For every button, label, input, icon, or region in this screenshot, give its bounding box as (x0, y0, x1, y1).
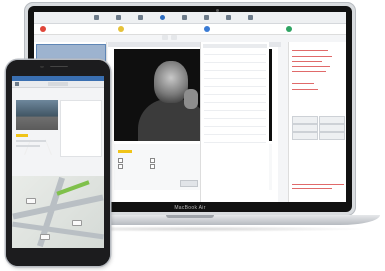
table-row[interactable] (204, 142, 266, 143)
toolbar-item-8[interactable] (248, 14, 254, 21)
check-1[interactable] (118, 158, 125, 163)
road-camera-feed[interactable] (16, 100, 58, 155)
status-dot-icon (118, 26, 124, 32)
driver-hand (184, 89, 198, 109)
alert-underline (292, 188, 332, 189)
alert-underline (292, 83, 314, 84)
action-button[interactable] (319, 116, 345, 124)
toolbar-icon (204, 15, 209, 20)
table-row[interactable] (204, 126, 266, 127)
toolbar-icon (160, 15, 165, 20)
check-2[interactable] (118, 164, 125, 169)
speaker-grille (50, 65, 68, 67)
step-3[interactable] (204, 25, 212, 33)
cancel-button[interactable] (180, 180, 198, 187)
phone-map[interactable] (12, 176, 104, 248)
alert-underline (292, 184, 344, 185)
table-row[interactable] (204, 62, 266, 63)
checkbox[interactable] (150, 158, 155, 163)
step-2[interactable] (118, 25, 126, 33)
toolbar-icon (182, 15, 187, 20)
table-row[interactable] (204, 102, 266, 103)
phone-nav-bar (12, 81, 104, 88)
phone-event-list (60, 100, 102, 157)
table-row[interactable] (204, 54, 266, 55)
tab-bar (162, 35, 248, 40)
menu-icon[interactable] (15, 82, 19, 86)
alert-underline (292, 89, 318, 90)
toolbar-icon (226, 15, 231, 20)
toolbar-icon (138, 15, 143, 20)
alert-underline (292, 61, 322, 62)
toolbar-item-1[interactable] (94, 14, 100, 21)
workflow-steps (34, 24, 346, 35)
vehicle-icon[interactable] (40, 234, 50, 240)
phone-screen (12, 76, 104, 248)
toolbar-item-3[interactable] (138, 14, 144, 21)
status-dot-icon (204, 26, 210, 32)
table-row[interactable] (204, 118, 266, 119)
check-3[interactable] (150, 158, 157, 163)
toolbar-icon (248, 15, 253, 20)
text-line (16, 140, 46, 142)
checkbox[interactable] (118, 158, 123, 163)
tab-1[interactable] (162, 35, 168, 40)
alert-underline (292, 50, 328, 51)
map-road (12, 221, 104, 240)
toolbar-icon (116, 15, 121, 20)
toolbar-item-7[interactable] (226, 14, 232, 21)
app-toolbar (34, 12, 346, 24)
driver-face (154, 61, 188, 103)
action-button[interactable] (292, 124, 318, 132)
laptop-notch (166, 215, 214, 218)
action-button[interactable] (292, 116, 318, 124)
toolbar-item-6[interactable] (204, 14, 210, 21)
step-4[interactable] (286, 25, 294, 33)
table-row[interactable] (204, 134, 266, 135)
text-line (16, 145, 40, 147)
table-row[interactable] (204, 110, 266, 111)
event-tag (16, 134, 28, 137)
laptop-brand-label: MacBook Air (174, 205, 206, 211)
table-row[interactable] (204, 78, 266, 79)
checkbox[interactable] (150, 164, 155, 169)
toolbar-item-2[interactable] (116, 14, 122, 21)
event-tag (118, 150, 132, 153)
alert-underline (292, 66, 330, 67)
table-row[interactable] (204, 94, 266, 95)
check-4[interactable] (150, 164, 157, 169)
alert-underline (292, 56, 332, 57)
vehicle-icon[interactable] (72, 220, 82, 226)
action-button[interactable] (292, 132, 318, 140)
front-camera-icon (40, 64, 44, 68)
action-button[interactable] (319, 132, 345, 140)
event-list-panel (200, 42, 269, 202)
table-row[interactable] (204, 70, 266, 71)
tab-2[interactable] (171, 35, 177, 40)
toolbar-icon (94, 15, 99, 20)
phone-title (48, 82, 68, 86)
status-dot-icon (286, 26, 292, 32)
status-dot-icon (40, 26, 46, 32)
action-button[interactable] (319, 124, 345, 132)
vehicle-icon[interactable] (26, 198, 36, 204)
toolbar-item-4[interactable] (160, 14, 166, 21)
toolbar-item-5[interactable] (182, 14, 188, 21)
step-1[interactable] (40, 25, 48, 33)
alert-underline (292, 71, 326, 72)
alerts-panel (288, 42, 346, 202)
table-row[interactable] (204, 86, 266, 87)
checkbox[interactable] (118, 164, 123, 169)
event-list-header (203, 44, 267, 48)
